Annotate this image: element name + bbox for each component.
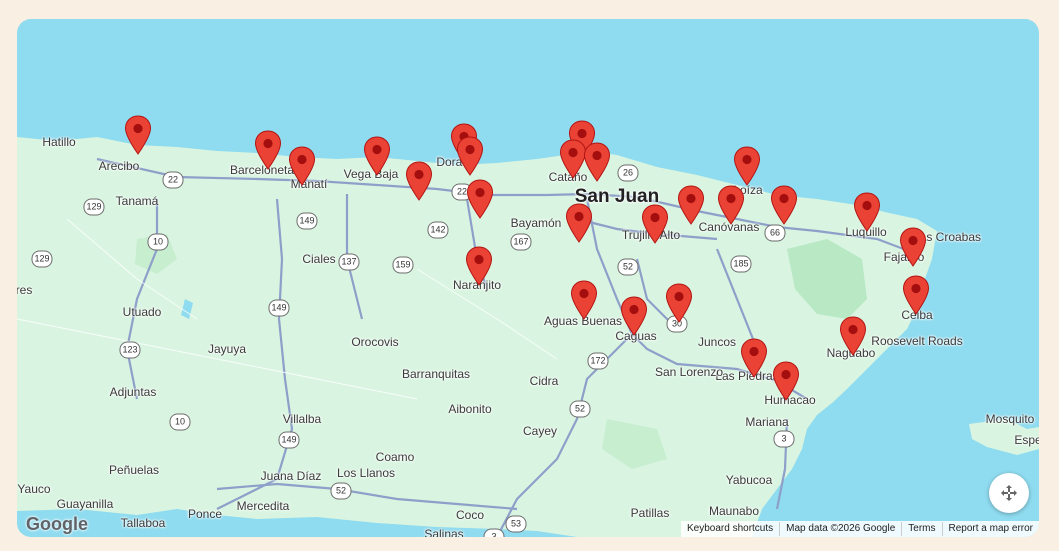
place-label: Mosquito bbox=[985, 412, 1035, 426]
place-label: Utuado bbox=[122, 305, 162, 319]
place-label: Roosevelt Roads bbox=[871, 334, 963, 348]
map-canvas[interactable]: Hatillo Arecibo Barceloneta Manatí Vega Baja… bbox=[17, 19, 1039, 537]
place-label: Ciales bbox=[302, 252, 336, 266]
map-marker-icon[interactable] bbox=[641, 204, 669, 244]
route-shield: 185 bbox=[730, 255, 752, 273]
route-shield: 53 bbox=[505, 515, 527, 533]
place-label: Mercedita bbox=[236, 499, 290, 513]
map-marker-icon[interactable] bbox=[570, 280, 598, 320]
map-data-attribution: Map data ©2026 Google bbox=[779, 522, 901, 536]
place-label: Maunabo bbox=[708, 504, 760, 518]
map-marker-icon[interactable] bbox=[124, 115, 152, 155]
place-label: Salinas bbox=[424, 527, 464, 537]
place-label: Cayey bbox=[522, 424, 558, 438]
map-marker-icon[interactable] bbox=[363, 136, 391, 176]
map-marker-icon[interactable] bbox=[254, 130, 282, 170]
route-shield: 142 bbox=[427, 221, 449, 239]
map-marker-icon[interactable] bbox=[853, 192, 881, 232]
place-label: Coamo bbox=[375, 450, 415, 464]
map-marker-icon[interactable] bbox=[405, 161, 433, 201]
route-shield: 149 bbox=[268, 299, 290, 317]
place-label: San Lorenzo bbox=[654, 365, 724, 379]
place-label: Bayamón bbox=[510, 216, 562, 230]
route-shield: 123 bbox=[119, 341, 141, 359]
place-label: Cidra bbox=[529, 374, 559, 388]
place-label: Yauco bbox=[17, 482, 51, 496]
route-shield: 52 bbox=[617, 258, 639, 276]
place-label: Hatillo bbox=[42, 135, 76, 149]
place-label: Guayanilla bbox=[56, 497, 114, 511]
fullscreen-button[interactable] bbox=[989, 473, 1029, 513]
map-marker-icon[interactable] bbox=[456, 136, 484, 176]
map-marker-icon[interactable] bbox=[288, 146, 316, 186]
place-label: Los Llanos bbox=[336, 466, 396, 480]
place-label: Yabucoa bbox=[725, 473, 773, 487]
place-label: Arecibo bbox=[98, 159, 140, 173]
map-marker-icon[interactable] bbox=[559, 139, 587, 179]
map-marker-icon[interactable] bbox=[565, 203, 593, 243]
place-label: Jayuya bbox=[207, 342, 247, 356]
route-shield: 172 bbox=[587, 352, 609, 370]
place-label: Juncos bbox=[697, 335, 737, 349]
place-label: Tallaboa bbox=[120, 516, 166, 530]
place-label: res bbox=[17, 283, 33, 297]
map-marker-icon[interactable] bbox=[902, 275, 930, 315]
route-shield: 52 bbox=[569, 400, 591, 418]
map-marker-icon[interactable] bbox=[740, 338, 768, 378]
route-shield: 137 bbox=[338, 253, 360, 271]
place-label: Tanamá bbox=[115, 194, 159, 208]
place-label: Villalba bbox=[282, 412, 322, 426]
map-marker-icon[interactable] bbox=[620, 296, 648, 336]
keyboard-shortcuts-link[interactable]: Keyboard shortcuts bbox=[681, 522, 779, 536]
route-shield: 22 bbox=[162, 171, 184, 189]
place-label: Mariana bbox=[745, 415, 789, 429]
google-logo: Google bbox=[26, 514, 88, 534]
map-marker-icon[interactable] bbox=[665, 283, 693, 323]
map-marker-icon[interactable] bbox=[677, 185, 705, 225]
map-marker-icon[interactable] bbox=[770, 185, 798, 225]
report-error-link[interactable]: Report a map error bbox=[941, 522, 1039, 536]
place-label: Orocovis bbox=[351, 335, 399, 349]
terms-link[interactable]: Terms bbox=[901, 522, 941, 536]
route-shield: 129 bbox=[83, 198, 105, 216]
place-label: Barranquitas bbox=[401, 367, 471, 381]
map-marker-icon[interactable] bbox=[899, 227, 927, 267]
place-label: Ponce bbox=[187, 507, 223, 521]
fullscreen-icon bbox=[1001, 485, 1017, 501]
route-shield: 3 bbox=[483, 528, 505, 537]
map-marker-icon[interactable] bbox=[839, 316, 867, 356]
map-marker-icon[interactable] bbox=[583, 142, 611, 182]
route-shield: 10 bbox=[147, 233, 169, 251]
route-shield: 3 bbox=[773, 430, 795, 448]
route-shield: 26 bbox=[617, 164, 639, 182]
route-shield: 66 bbox=[764, 224, 786, 242]
place-label: Espe bbox=[1014, 433, 1039, 447]
route-shield: 149 bbox=[296, 212, 318, 230]
place-label: Juana Díaz bbox=[260, 469, 322, 483]
map-marker-icon[interactable] bbox=[772, 361, 800, 401]
place-label: Adjuntas bbox=[109, 385, 157, 399]
map-base bbox=[17, 137, 1039, 537]
map-marker-icon[interactable] bbox=[717, 185, 745, 225]
route-shield: 129 bbox=[31, 250, 53, 268]
route-shield: 167 bbox=[510, 233, 532, 251]
place-label: Peñuelas bbox=[108, 463, 160, 477]
route-shield: 149 bbox=[278, 431, 300, 449]
route-shield: 159 bbox=[392, 256, 414, 274]
route-shield: 52 bbox=[330, 482, 352, 500]
map-marker-icon[interactable] bbox=[733, 146, 761, 186]
map-marker-icon[interactable] bbox=[465, 246, 493, 286]
map-footer: Keyboard shortcuts Map data ©2026 Google… bbox=[680, 521, 1039, 537]
place-label: Coco bbox=[455, 508, 485, 522]
map-marker-icon[interactable] bbox=[466, 179, 494, 219]
place-label: Aibonito bbox=[448, 402, 492, 416]
route-shield: 10 bbox=[169, 413, 191, 431]
place-label: Patillas bbox=[630, 506, 670, 520]
